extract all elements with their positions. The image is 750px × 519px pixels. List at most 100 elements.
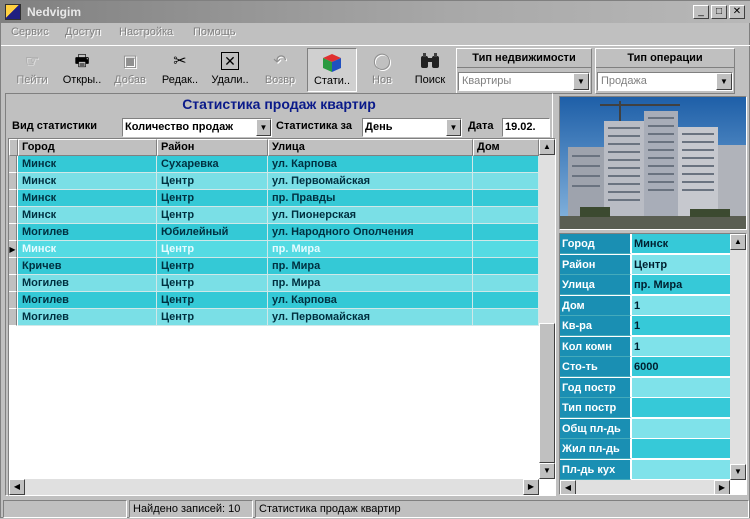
scroll-down-icon[interactable]: ▼ <box>730 464 746 480</box>
cell-house[interactable] <box>473 173 539 190</box>
cell-street[interactable]: ул. Первомайская <box>268 173 473 190</box>
table-row[interactable]: ▶ Минск Центр пр. Мира <box>9 241 541 258</box>
undo-button[interactable]: ↶ Возвр <box>255 48 305 92</box>
cell-house[interactable] <box>473 207 539 224</box>
details-horizontal-scrollbar[interactable]: ◀ ▶ <box>560 480 730 494</box>
maximize-button[interactable]: □ <box>711 5 727 19</box>
cell-city[interactable]: Могилев <box>18 224 157 241</box>
table-row[interactable]: Могилев Юбилейный ул. Народного Ополчения <box>9 224 541 241</box>
column-header-city[interactable]: Город <box>18 139 157 156</box>
cell-district[interactable]: Центр <box>157 309 268 326</box>
cell-street[interactable]: ул. Первомайская <box>268 309 473 326</box>
detail-value[interactable]: Минск <box>632 234 730 254</box>
chevron-down-icon[interactable]: ▼ <box>573 73 589 90</box>
cell-district[interactable]: Центр <box>157 207 268 224</box>
detail-value[interactable]: 1 <box>632 316 730 336</box>
detail-value[interactable]: Центр <box>632 255 730 275</box>
row-indicator[interactable] <box>9 275 17 292</box>
cell-house[interactable] <box>473 224 539 241</box>
detail-value[interactable] <box>632 378 730 398</box>
cell-street[interactable]: пр. Мира <box>268 275 473 292</box>
scroll-up-icon[interactable]: ▲ <box>539 139 555 155</box>
scroll-left-icon[interactable]: ◀ <box>560 480 576 494</box>
grid-vertical-scrollbar[interactable]: ▲ ▼ <box>539 139 555 479</box>
search-button[interactable]: Поиск <box>405 48 455 92</box>
cell-district[interactable]: Центр <box>157 241 268 258</box>
date-field[interactable]: 19.02. <box>502 118 550 137</box>
cell-house[interactable] <box>473 292 539 309</box>
cell-city[interactable]: Минск <box>18 241 157 258</box>
cell-district[interactable]: Центр <box>157 292 268 309</box>
cell-house[interactable] <box>473 275 539 292</box>
cell-street[interactable]: ул. Пионерская <box>268 207 473 224</box>
cell-street[interactable]: пр. Мира <box>268 258 473 275</box>
cell-district[interactable]: Центр <box>157 258 268 275</box>
operation-type-select[interactable]: Продажа ▼ <box>597 72 733 91</box>
cell-house[interactable] <box>473 190 539 207</box>
detail-value[interactable]: пр. Мира <box>632 275 730 295</box>
chevron-down-icon[interactable]: ▼ <box>256 119 271 136</box>
cell-city[interactable]: Минск <box>18 207 157 224</box>
cell-house[interactable] <box>473 241 539 258</box>
detail-value[interactable]: 6000 <box>632 357 730 377</box>
column-header-street[interactable]: Улица <box>268 139 473 156</box>
cell-district[interactable]: Центр <box>157 190 268 207</box>
row-indicator[interactable] <box>9 224 17 241</box>
cell-city[interactable]: Могилев <box>18 309 157 326</box>
cell-street[interactable]: ул. Карпова <box>268 292 473 309</box>
cell-house[interactable] <box>473 156 539 173</box>
cell-district[interactable]: Центр <box>157 173 268 190</box>
close-button[interactable]: ✕ <box>729 5 745 19</box>
add-button[interactable]: ▣ Добав <box>105 48 155 92</box>
table-row[interactable]: Минск Центр пр. Правды <box>9 190 541 207</box>
table-row[interactable]: Кричев Центр пр. Мира <box>9 258 541 275</box>
column-header-district[interactable]: Район <box>157 139 268 156</box>
menu-help[interactable]: Помощь <box>193 26 236 38</box>
scroll-right-icon[interactable]: ▶ <box>714 480 730 494</box>
scroll-left-icon[interactable]: ◀ <box>9 479 25 495</box>
cell-house[interactable] <box>473 309 539 326</box>
scroll-down-icon[interactable]: ▼ <box>539 463 555 479</box>
detail-value[interactable] <box>632 398 730 418</box>
scroll-up-icon[interactable]: ▲ <box>730 234 746 250</box>
cell-district[interactable]: Центр <box>157 275 268 292</box>
cell-street[interactable]: пр. Правды <box>268 190 473 207</box>
cell-city[interactable]: Минск <box>18 173 157 190</box>
menu-access[interactable]: Доступ <box>65 26 101 38</box>
new-button[interactable]: ◯ Нов <box>357 48 407 92</box>
detail-value[interactable]: 1 <box>632 337 730 357</box>
menu-service[interactable]: Сервис <box>11 26 49 38</box>
cell-district[interactable]: Юбилейный <box>157 224 268 241</box>
table-row[interactable]: Могилев Центр пр. Мира <box>9 275 541 292</box>
scroll-right-icon[interactable]: ▶ <box>523 479 539 495</box>
table-row[interactable]: Минск Центр ул. Пионерская <box>9 207 541 224</box>
row-indicator[interactable] <box>9 309 17 326</box>
details-vertical-scrollbar[interactable]: ▲ ▼ <box>730 234 746 480</box>
view-select[interactable]: Количество продаж ▼ <box>122 118 272 137</box>
scroll-thumb[interactable] <box>539 323 555 463</box>
cell-street[interactable]: ул. Народного Ополчения <box>268 224 473 241</box>
title-bar[interactable]: Nedvigim _ □ ✕ <box>1 1 750 23</box>
table-row[interactable]: Могилев Центр ул. Первомайская <box>9 309 541 326</box>
row-indicator[interactable] <box>9 173 17 190</box>
table-row[interactable]: Могилев Центр ул. Карпова <box>9 292 541 309</box>
cell-city[interactable]: Кричев <box>18 258 157 275</box>
cell-street[interactable]: ул. Карпова <box>268 156 473 173</box>
row-indicator[interactable] <box>9 156 17 173</box>
statistics-button[interactable]: Стати.. <box>307 48 357 92</box>
table-row[interactable]: Минск Сухаревка ул. Карпова <box>9 156 541 173</box>
chevron-down-icon[interactable]: ▼ <box>446 119 461 136</box>
minimize-button[interactable]: _ <box>693 5 709 19</box>
cell-city[interactable]: Минск <box>18 190 157 207</box>
row-indicator[interactable] <box>9 292 17 309</box>
menu-settings[interactable]: Настройка <box>119 26 173 38</box>
cell-house[interactable] <box>473 258 539 275</box>
detail-value[interactable] <box>632 419 730 439</box>
cell-city[interactable]: Минск <box>18 156 157 173</box>
edit-button[interactable]: ✂ Редак.. <box>155 48 205 92</box>
detail-value[interactable] <box>632 439 730 459</box>
cell-city[interactable]: Могилев <box>18 275 157 292</box>
table-row[interactable]: Минск Центр ул. Первомайская <box>9 173 541 190</box>
go-button[interactable]: ☞ Пейти <box>7 48 57 92</box>
detail-value[interactable] <box>632 460 730 480</box>
